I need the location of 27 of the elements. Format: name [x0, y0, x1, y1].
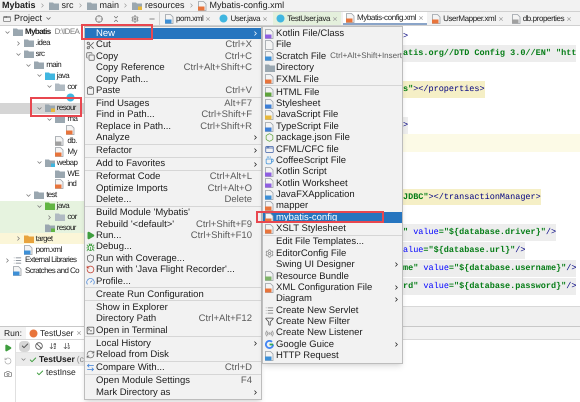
tree-label: src [36, 48, 44, 60]
test-detail: (c [76, 353, 84, 366]
tree-label: db. [67, 135, 77, 148]
tree-label: Mybatis [25, 26, 51, 38]
tree-label: java [56, 70, 70, 82]
code-line: > [403, 30, 408, 43]
run-label: Run: [4, 326, 22, 340]
tree-label: webap [56, 156, 78, 169]
tree-label: WE [67, 168, 80, 180]
tree-label: main [46, 59, 62, 72]
tree-label: resour [56, 102, 76, 114]
tree-label: test [46, 189, 57, 202]
tree-label: .idea [36, 37, 50, 50]
tree-label: My [67, 146, 77, 158]
tree-path: D:\IDEA [54, 26, 80, 38]
tree-label: ma [67, 113, 78, 126]
tree-label: cor [67, 80, 77, 93]
test-name: TestUser [39, 353, 75, 366]
tree-label: External Libraries [25, 254, 76, 266]
tree-label: cor [67, 211, 77, 224]
tree-label: pom.xml [36, 244, 62, 256]
tree-label: java [56, 200, 70, 212]
tree-label: resour [56, 222, 76, 234]
test-name: testInse [46, 366, 76, 379]
tree-label: ind [67, 178, 76, 190]
tree-label: target [36, 232, 52, 245]
tree-label: Scratches and Co [25, 265, 79, 278]
